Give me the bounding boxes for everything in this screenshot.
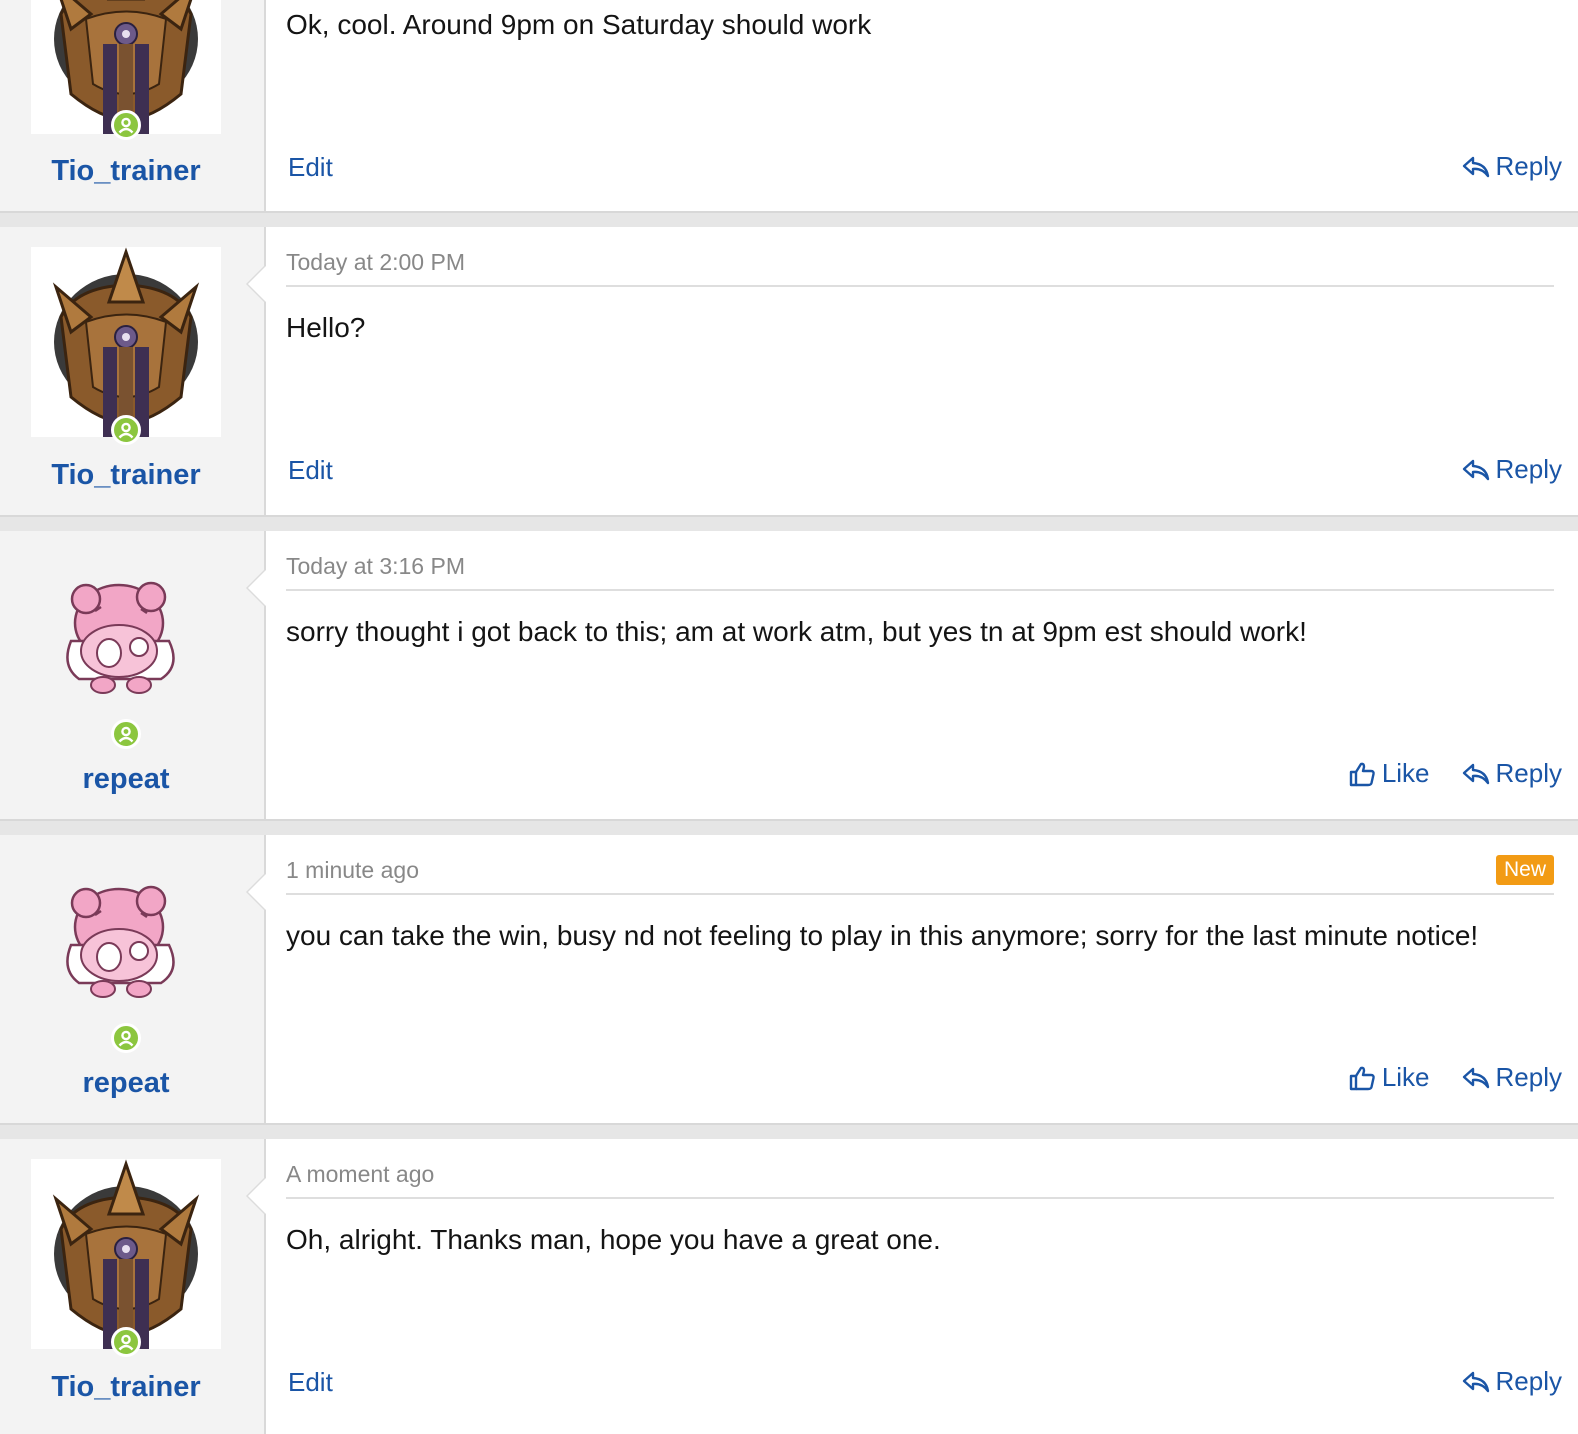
reply-icon (1462, 760, 1490, 788)
online-status-icon (111, 1327, 141, 1357)
post-message: you can take the win, busy nd not feelin… (286, 920, 1479, 951)
post-body: Ok, cool. Around 9pm on Saturday should … (266, 0, 1578, 211)
post-meta: Today at 3:16 PM (286, 553, 1554, 591)
reply-icon (1462, 153, 1490, 181)
reply-icon (1462, 1064, 1490, 1092)
reply-button[interactable]: Reply (1462, 1062, 1562, 1093)
post: Tio_trainer A moment ago Oh, alright. Th… (0, 1139, 1578, 1434)
post-timestamp[interactable]: 1 minute ago (286, 857, 419, 883)
post-timestamp[interactable]: Today at 3:16 PM (286, 553, 465, 579)
post-body: 1 minute ago New you can take the win, b… (246, 835, 1578, 1123)
post: Tio_trainer Ok, cool. Around 9pm on Satu… (0, 0, 1578, 213)
post-actions: Reply (1462, 454, 1562, 485)
post-actions: Reply (1462, 151, 1562, 182)
post: Tio_trainer Today at 2:00 PM Hello? Edit… (0, 227, 1578, 517)
thumbs-up-icon (1348, 760, 1376, 788)
reply-label: Reply (1495, 1062, 1562, 1092)
reply-button[interactable]: Reply (1462, 454, 1562, 485)
post-timestamp[interactable]: A moment ago (286, 1161, 434, 1187)
post-author-panel: repeat (0, 835, 266, 1123)
online-status-icon (111, 110, 141, 140)
avatar[interactable] (31, 1159, 221, 1349)
speech-arrow (248, 874, 266, 910)
reply-label: Reply (1495, 1366, 1562, 1396)
post-username[interactable]: repeat (0, 1067, 252, 1100)
reply-button[interactable]: Reply (1462, 151, 1562, 182)
speech-arrow (248, 266, 266, 302)
new-badge: New (1495, 855, 1554, 885)
post-author-panel: Tio_trainer (0, 1139, 266, 1434)
thumbs-up-icon (1348, 1064, 1376, 1092)
reply-button[interactable]: Reply (1462, 1366, 1562, 1397)
reply-label: Reply (1495, 758, 1562, 788)
post-message: Hello? (286, 312, 366, 343)
online-status-icon (111, 719, 141, 749)
post-username[interactable]: Tio_trainer (0, 1371, 252, 1404)
post-meta: 1 minute ago New (286, 855, 1554, 895)
post-body: Today at 2:00 PM Hello? Edit Reply (246, 227, 1578, 515)
post-author-panel: Tio_trainer (0, 227, 266, 515)
reply-button[interactable]: Reply (1462, 758, 1562, 789)
post-author-panel: Tio_trainer (0, 0, 266, 211)
post-username[interactable]: Tio_trainer (0, 459, 252, 492)
post-message: Ok, cool. Around 9pm on Saturday should … (286, 9, 872, 40)
avatar[interactable] (31, 247, 221, 437)
post-username[interactable]: repeat (0, 763, 252, 796)
post-body: Today at 3:16 PM sorry thought i got bac… (246, 531, 1578, 819)
edit-link[interactable]: Edit (288, 1367, 333, 1398)
hooded-pokemon-avatar-icon (31, 247, 221, 437)
post-body: A moment ago Oh, alright. Thanks man, ho… (246, 1139, 1578, 1434)
post-meta: Today at 2:00 PM (286, 249, 1554, 287)
like-label: Like (1381, 1062, 1430, 1092)
reply-label: Reply (1495, 151, 1562, 181)
speech-arrow (248, 1178, 266, 1214)
post-message: sorry thought i got back to this; am at … (286, 616, 1307, 647)
reply-label: Reply (1495, 454, 1562, 484)
online-status-icon (111, 1023, 141, 1053)
post-username[interactable]: Tio_trainer (0, 155, 252, 188)
post-actions: Like Reply (1348, 1062, 1562, 1093)
reply-icon (1462, 456, 1490, 484)
reply-icon (1462, 1368, 1490, 1396)
like-button[interactable]: Like (1348, 1062, 1430, 1093)
post-meta: A moment ago (286, 1161, 1554, 1199)
post-actions: Like Reply (1348, 758, 1562, 789)
like-label: Like (1381, 758, 1430, 788)
post-author-panel: repeat (0, 531, 266, 819)
post: repeat 1 minute ago New you can take the… (0, 835, 1578, 1125)
post-message: Oh, alright. Thanks man, hope you have a… (286, 1224, 941, 1255)
online-status-icon (111, 415, 141, 445)
post-actions: Reply (1462, 1366, 1562, 1397)
edit-link[interactable]: Edit (288, 152, 333, 183)
hooded-pokemon-avatar-icon (31, 1159, 221, 1349)
edit-link[interactable]: Edit (288, 455, 333, 486)
post-timestamp[interactable]: Today at 2:00 PM (286, 249, 465, 275)
speech-arrow (248, 570, 266, 606)
message-thread: Tio_trainer Ok, cool. Around 9pm on Satu… (0, 0, 1578, 1434)
post: repeat Today at 3:16 PM sorry thought i … (0, 531, 1578, 821)
like-button[interactable]: Like (1348, 758, 1430, 789)
